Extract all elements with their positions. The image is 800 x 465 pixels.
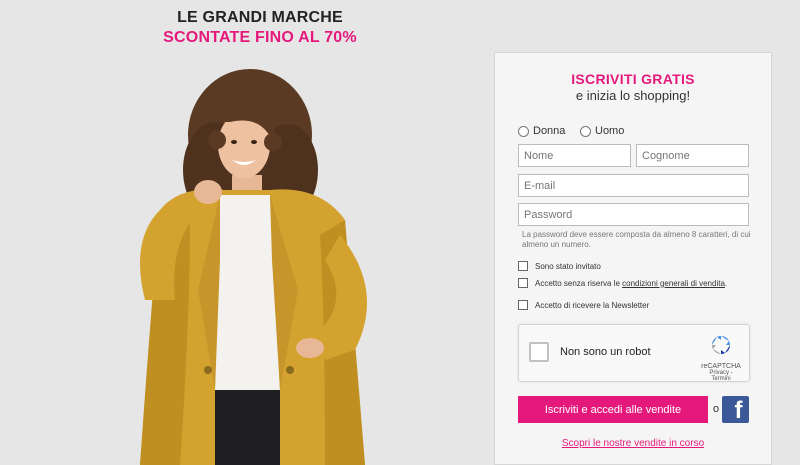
radio-icon[interactable] [518,125,529,137]
recaptcha-widget: Non sono un robot reCAPTCHA Privacy - Te… [518,324,750,382]
newsletter-checkbox[interactable]: Accetto di ricevere la Newsletter [518,300,649,310]
recaptcha-icon [712,336,730,354]
terms-checkbox[interactable]: Accetto senza riserva le condizioni gene… [518,278,727,288]
radio-icon[interactable] [580,125,591,137]
terms-prefix: Accetto senza riserva le [535,278,623,288]
signup-panel: ISCRIVITI GRATIS e inizia lo shopping! D… [494,52,772,465]
signup-subtitle: e inizia lo shopping! [575,88,691,103]
first-name-input[interactable] [518,144,631,167]
signup-submit-button[interactable]: Iscriviti e accedi alle vendite [518,396,708,423]
recaptcha-checkbox[interactable] [529,342,549,362]
recaptcha-logo: reCAPTCHA Privacy - Termini [701,333,741,382]
checkbox-icon[interactable] [518,261,528,271]
recaptcha-terms[interactable]: Privacy - Termini [701,370,741,382]
invited-checkbox[interactable]: Sono stato invitato [518,261,601,271]
checkbox-icon[interactable] [518,300,528,310]
headline: LE GRANDI MARCHE SCONTATE FINO AL 70% [150,8,370,48]
facebook-icon: f [734,397,743,423]
recaptcha-label: Non sono un robot [560,346,651,358]
email-input[interactable] [518,174,749,197]
headline-line-1: LE GRANDI MARCHE [177,9,343,26]
radio-label-donna: Donna [533,125,566,137]
or-separator: o [713,403,720,415]
radio-label-uomo: Uomo [595,125,625,137]
terms-link[interactable]: condizioni generali di vendita [622,279,725,288]
password-input[interactable] [518,203,749,226]
gender-radio-uomo[interactable]: Uomo [580,125,624,137]
gender-radio-donna[interactable]: Donna [518,125,565,137]
checkbox-icon[interactable] [518,278,528,288]
invited-label: Sono stato invitato [535,261,601,271]
headline-line-2: SCONTATE FINO AL 70% [163,29,357,46]
signup-title: ISCRIVITI GRATIS [571,71,695,87]
discover-sales-link[interactable]: Scopri le nostre vendite in corso [495,438,771,449]
newsletter-label: Accetto di ricevere la Newsletter [535,300,650,310]
hero-model-image [140,69,367,465]
terms-label: Accetto senza riserva le condizioni gene… [535,279,727,288]
last-name-input[interactable] [636,144,749,167]
recaptcha-brand: reCAPTCHA [701,363,741,370]
password-hint: La password deve essere composta da alme… [522,230,751,249]
facebook-login-button[interactable]: f [722,396,749,423]
terms-suffix: . [724,278,728,288]
